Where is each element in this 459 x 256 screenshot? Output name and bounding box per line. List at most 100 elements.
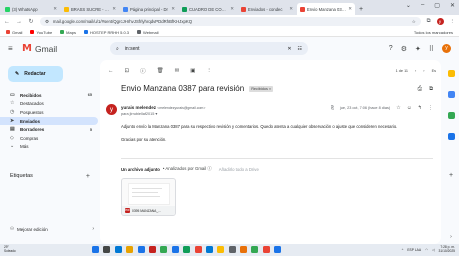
taskbar-app-icon[interactable] — [194, 246, 202, 253]
close-window-button[interactable]: ✕ — [450, 2, 455, 9]
settings-icon[interactable]: ⚙ — [401, 45, 407, 53]
account-avatar[interactable]: y — [442, 44, 451, 53]
taskbar-app-icon[interactable] — [217, 246, 225, 253]
taskbar-app-icon[interactable] — [274, 246, 282, 253]
search-input[interactable]: in:sent — [125, 46, 282, 52]
site-info-icon[interactable]: ⚙ — [45, 19, 49, 25]
sidebar-item-destacados[interactable]: ☆ Destacados — [0, 100, 98, 109]
star-icon[interactable]: ☆ — [396, 105, 400, 111]
sidebar-item-compras[interactable]: ◇ Compras — [0, 134, 98, 143]
apps-grid-icon[interactable]: ⠿ — [429, 45, 434, 53]
recipient-line[interactable]: para jlrrubiellaf2015 ▾ — [121, 111, 157, 116]
close-tab-icon[interactable]: ✕ — [112, 6, 116, 12]
clock[interactable]: 7:28 p. m. 31/10/2025 — [438, 245, 455, 254]
browser-tab[interactable]: CUADRO DE CORTO ✕ — [179, 3, 237, 15]
open-new-window-icon[interactable]: ⧉ — [429, 86, 433, 93]
back-icon[interactable]: ← — [4, 19, 10, 25]
help-icon[interactable]: ? — [389, 45, 393, 52]
sender-avatar[interactable]: y — [106, 104, 117, 115]
report-spam-icon[interactable]: ⓘ — [140, 67, 146, 75]
move-to-icon[interactable]: ▣ — [190, 68, 195, 74]
keep-icon[interactable] — [447, 91, 455, 98]
menu-icon[interactable]: ⋮ — [450, 19, 456, 25]
mark-unread-icon[interactable]: ✉ — [175, 68, 180, 74]
back-to-list-icon[interactable]: ← — [108, 68, 114, 74]
taskbar-app-icon[interactable] — [240, 246, 248, 253]
reply-icon[interactable]: ↰ — [418, 105, 422, 111]
omnibox[interactable]: ⚙ mail.google.com/mail/u/1/#sent/QgrcJHr… — [40, 17, 421, 26]
bookmark-star-icon[interactable]: ☆ — [412, 19, 416, 25]
inbox-label-chip[interactable]: Recibidos × — [249, 85, 274, 92]
extensions-icon[interactable]: ⧉ — [427, 18, 431, 25]
browser-tab[interactable]: Envio Manzana 0387 ✕ — [297, 3, 355, 15]
new-tab-button[interactable]: + — [359, 6, 363, 13]
language-select[interactable]: Es — [432, 69, 436, 73]
close-tab-icon[interactable]: ✕ — [289, 6, 293, 12]
browser-tab[interactable]: Página principal - Dr ✕ — [120, 3, 178, 15]
add-label-icon[interactable]: + — [86, 173, 90, 180]
taskbar-app-icon[interactable] — [251, 246, 259, 253]
taskbar-app-icon[interactable] — [183, 246, 191, 253]
clear-search-icon[interactable]: ✕ — [287, 46, 291, 52]
taskbar-app-icon[interactable] — [262, 246, 270, 253]
collapse-panel-icon[interactable]: › — [450, 234, 452, 240]
taskbar-app-icon[interactable] — [92, 246, 99, 253]
close-tab-icon[interactable]: ✕ — [53, 6, 57, 12]
reload-icon[interactable]: ↻ — [28, 18, 34, 25]
more-options-icon[interactable]: ⋮ — [428, 105, 433, 111]
bookmark-item[interactable]: Webmail — [137, 30, 159, 35]
taskbar-app-icon[interactable] — [171, 246, 179, 253]
profile-avatar[interactable]: y — [436, 18, 444, 25]
calendar-icon[interactable] — [447, 70, 455, 77]
add-to-drive-link[interactable]: Añadirlo todo a Drive — [219, 167, 259, 172]
browser-tab[interactable]: BRASS SUCRE - Gou ✕ — [61, 3, 119, 15]
taskbar-app-icon[interactable] — [160, 246, 168, 253]
archive-icon[interactable]: ⊡ — [125, 68, 130, 74]
taskbar-app-icon[interactable] — [205, 246, 213, 253]
bookmark-item[interactable]: Gmail — [6, 30, 22, 35]
main-menu-icon[interactable]: ≡ — [8, 44, 22, 53]
maximize-button[interactable]: ▢ — [434, 2, 440, 9]
tray-chevron-icon[interactable]: ^ — [402, 248, 404, 252]
tab-search-button[interactable]: ⌄ — [406, 2, 411, 9]
close-tab-icon[interactable]: ✕ — [230, 6, 234, 12]
gmail-logo[interactable]: M Gmail — [22, 43, 110, 54]
search-options-icon[interactable]: ☷ — [298, 46, 302, 52]
close-tab-icon[interactable]: ✕ — [171, 6, 175, 12]
bookmark-item[interactable]: Maps — [60, 30, 76, 35]
sidebar-item-borradores[interactable]: ▤ Borradores 5 — [0, 125, 98, 134]
sidebar-item-pospuestos[interactable]: ◷ Pospuestos — [0, 108, 98, 117]
search-icon[interactable]: ⌕ — [116, 46, 119, 52]
language-indicator[interactable]: ESP LAA — [407, 248, 421, 252]
contacts-icon[interactable] — [447, 133, 455, 140]
more-actions-icon[interactable]: ⋮ — [206, 68, 212, 74]
taskbar-app-icon[interactable] — [148, 246, 156, 253]
sender-name[interactable]: yurais melendez — [121, 105, 156, 110]
sidebar-item-más[interactable]: ⌄ Más — [0, 143, 98, 152]
print-icon[interactable]: ⎙ — [418, 86, 422, 93]
emoji-react-icon[interactable]: ☺ — [407, 105, 412, 111]
sidebar-item-recibidos[interactable]: ▭ Recibidos 65 — [0, 91, 98, 100]
bookmark-item[interactable]: HOSTEP RRHH 5.0.3 — [83, 30, 129, 35]
next-mail-icon[interactable]: › — [423, 69, 424, 73]
compose-button[interactable]: ✎ Redactar — [8, 66, 63, 82]
all-bookmarks-link[interactable]: Todos los marcadores — [414, 30, 453, 35]
prev-mail-icon[interactable]: ‹ — [415, 69, 416, 73]
browser-tab[interactable]: Enviados - condec ✕ — [238, 3, 296, 15]
tasks-icon[interactable] — [447, 112, 455, 119]
close-tab-icon[interactable]: ✕ — [348, 6, 352, 12]
forward-icon[interactable]: → — [16, 19, 22, 25]
taskbar-app-icon[interactable] — [126, 246, 134, 253]
browser-tab[interactable]: (3) WhatsApp ✕ — [2, 3, 60, 15]
volume-icon[interactable]: ◁ — [432, 248, 435, 252]
sidebar-item-enviados[interactable]: ➤ Enviados — [0, 116, 98, 126]
taskbar-app-icon[interactable] — [137, 246, 145, 253]
taskbar-app-icon[interactable] — [228, 246, 236, 253]
gemini-icon[interactable]: ✦ — [415, 45, 421, 53]
taskbar-app-icon[interactable] — [103, 246, 111, 253]
url-text[interactable]: mail.google.com/mail/u/1/#sent/QgrcJHrhv… — [53, 19, 408, 24]
taskbar-app-icon[interactable] — [114, 246, 122, 253]
attachment-card[interactable]: PDF 0395 MANZANA_... — [121, 178, 176, 216]
bookmark-item[interactable]: YouTube — [30, 30, 52, 35]
wifi-icon[interactable]: ◠ — [425, 248, 428, 252]
